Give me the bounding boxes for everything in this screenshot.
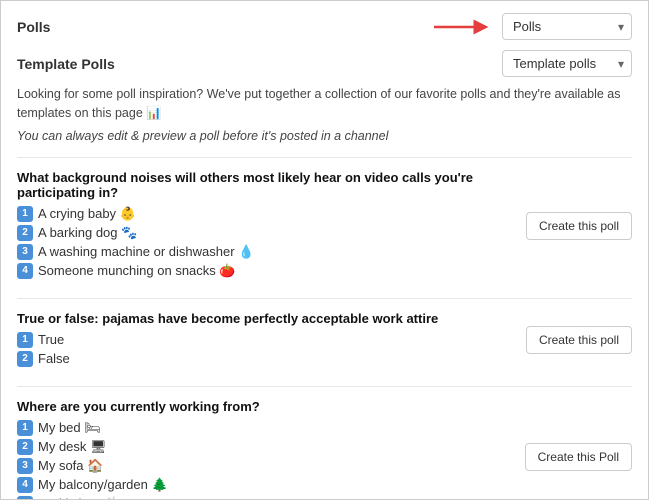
- poll-option-3-4: 4 My balcony/garden 🌲: [17, 477, 513, 493]
- poll-option-3-3: 3 My sofa 🏠: [17, 458, 513, 474]
- poll-content-1: What background noises will others most …: [17, 170, 526, 282]
- poll-option-1-2: 2 A barking dog 🐾: [17, 225, 514, 241]
- poll-option-2-2: 2 False: [17, 351, 514, 367]
- description-text: Looking for some poll inspiration? We've…: [17, 85, 632, 123]
- template-dropdown[interactable]: Template polls: [502, 50, 632, 77]
- red-arrow-icon: [434, 17, 494, 37]
- option-num: 5: [17, 496, 33, 500]
- option-text: A washing machine or dishwasher 💧: [38, 244, 254, 260]
- poll-option-3-5: 5 My kitchen 🍴: [17, 496, 513, 500]
- option-text: My balcony/garden 🌲: [38, 477, 168, 493]
- create-poll-button-1[interactable]: Create this poll: [526, 212, 632, 240]
- divider-3: [17, 386, 632, 387]
- poll-option-3-1: 1 My bed 🛏: [17, 420, 513, 436]
- poll-content-2: True or false: pajamas have become perfe…: [17, 311, 526, 370]
- option-num: 2: [17, 351, 33, 367]
- polls-dropdown-wrapper[interactable]: Polls: [502, 13, 632, 40]
- poll-option-3-2: 2 My desk 🖥: [17, 439, 513, 455]
- divider-1: [17, 157, 632, 158]
- option-num: 1: [17, 332, 33, 348]
- top-bar: Polls Polls: [17, 13, 632, 40]
- option-num: 4: [17, 477, 33, 493]
- option-text: My sofa 🏠: [38, 458, 103, 474]
- poll-option-2-1: 1 True: [17, 332, 514, 348]
- option-num: 3: [17, 244, 33, 260]
- option-text: My bed 🛏: [38, 420, 101, 436]
- option-text: A barking dog 🐾: [38, 225, 137, 241]
- template-section-title: Template Polls: [17, 56, 115, 72]
- option-text: True: [38, 332, 64, 347]
- option-text: My desk 🖥: [38, 439, 107, 455]
- italic-note: You can always edit & preview a poll bef…: [17, 129, 632, 143]
- poll-question-1: What background noises will others most …: [17, 170, 514, 200]
- poll-content-3: Where are you currently working from? 1 …: [17, 399, 525, 500]
- option-num: 4: [17, 263, 33, 279]
- option-num: 3: [17, 458, 33, 474]
- option-num: 2: [17, 439, 33, 455]
- page-title: Polls: [17, 19, 50, 35]
- template-dropdown-wrapper[interactable]: Template polls: [502, 50, 632, 77]
- poll-option-1-4: 4 Someone munching on snacks 🍅: [17, 263, 514, 279]
- option-num: 1: [17, 420, 33, 436]
- template-section-header: Template Polls Template polls: [17, 50, 632, 77]
- poll-question-3: Where are you currently working from?: [17, 399, 513, 414]
- option-text: A crying baby 👶: [38, 206, 136, 222]
- poll-question-2: True or false: pajamas have become perfe…: [17, 311, 514, 326]
- option-text: Someone munching on snacks 🍅: [38, 263, 236, 279]
- main-container: Polls Polls Template Polls: [0, 0, 649, 500]
- create-poll-button-3[interactable]: Create this Poll: [525, 443, 632, 471]
- option-text: My kitchen 🍴: [38, 496, 120, 500]
- header-right: Polls: [434, 13, 632, 40]
- option-text: False: [38, 351, 70, 366]
- poll-option-1-1: 1 A crying baby 👶: [17, 206, 514, 222]
- polls-dropdown[interactable]: Polls: [502, 13, 632, 40]
- option-num: 1: [17, 206, 33, 222]
- poll-block-3: Where are you currently working from? 1 …: [17, 399, 632, 500]
- create-poll-button-2[interactable]: Create this poll: [526, 326, 632, 354]
- divider-2: [17, 298, 632, 299]
- option-num: 2: [17, 225, 33, 241]
- poll-block-2: True or false: pajamas have become perfe…: [17, 311, 632, 370]
- poll-option-1-3: 3 A washing machine or dishwasher 💧: [17, 244, 514, 260]
- poll-block-1: What background noises will others most …: [17, 170, 632, 282]
